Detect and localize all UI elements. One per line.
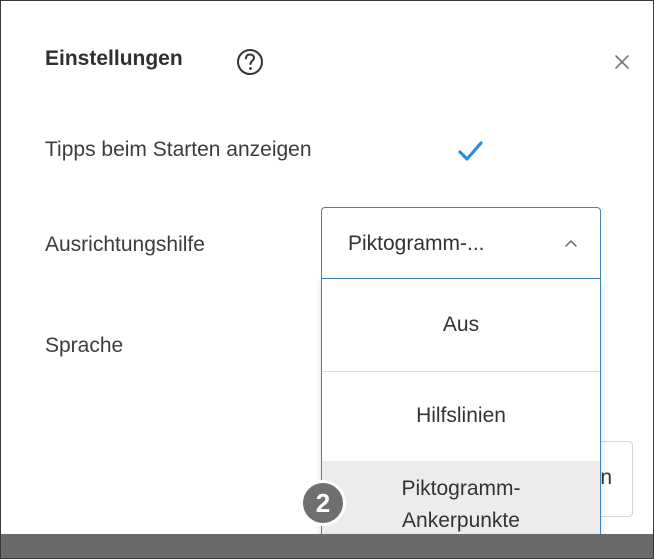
question-circle-icon[interactable] bbox=[235, 47, 265, 77]
alignment-select-value: Piktogramm-... bbox=[348, 232, 485, 255]
option-line-1: Piktogramm- bbox=[401, 477, 521, 500]
step-number-badge: 2 bbox=[300, 480, 346, 526]
tips-label: Tipps beim Starten anzeigen bbox=[45, 138, 312, 161]
language-button-text: n bbox=[600, 466, 612, 489]
settings-dialog: Einstellungen Tipps beim Starten anzeige… bbox=[0, 0, 654, 559]
tips-checkbox[interactable] bbox=[453, 134, 489, 168]
chevron-up-icon bbox=[565, 240, 577, 247]
language-label: Sprache bbox=[45, 334, 124, 357]
alignment-label: Ausrichtungshilfe bbox=[45, 233, 205, 256]
option-line-2: Ankerpunkte bbox=[402, 509, 520, 532]
alignment-select[interactable]: Piktogramm-... bbox=[321, 207, 601, 279]
close-icon[interactable] bbox=[611, 51, 633, 73]
dialog-title: Einstellungen bbox=[45, 47, 183, 70]
option-hilfslinien[interactable]: Hilfslinien bbox=[322, 371, 600, 461]
alignment-dropdown-list: Aus Hilfslinien Piktogramm- Ankerpunkte bbox=[321, 279, 601, 551]
option-aus[interactable]: Aus bbox=[322, 279, 600, 371]
bottom-bar bbox=[1, 534, 653, 558]
step-number: 2 bbox=[316, 488, 330, 518]
checkmark-icon bbox=[458, 141, 483, 161]
